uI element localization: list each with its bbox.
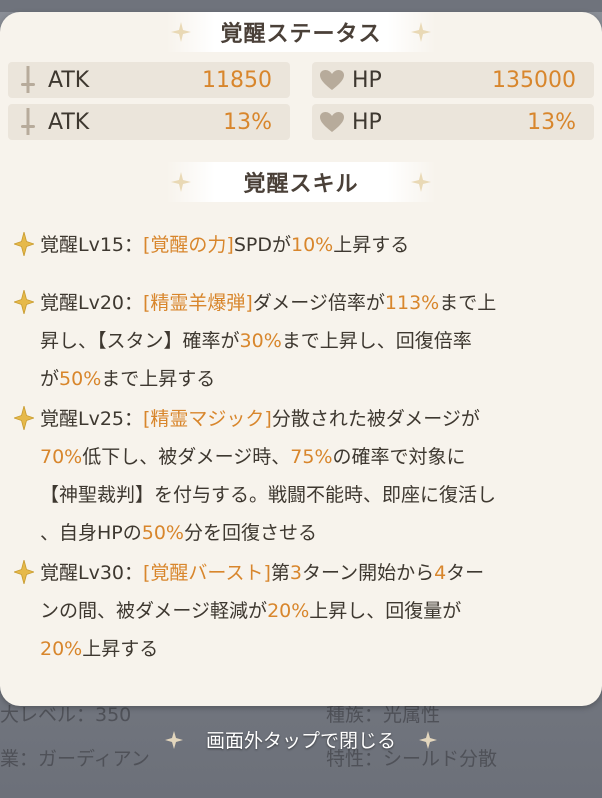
skill-segment: 第 (270, 562, 290, 584)
stat-value: 13% (527, 109, 576, 135)
sword-icon (8, 62, 48, 98)
skill-highlight: 4 (434, 562, 447, 584)
skill-text: 覚醒Lv15：[覚醒の力]SPDが10%上昇する (40, 226, 584, 264)
skill-line: 昇し、【スタン】確率が30%まで上昇し、回復倍率 (40, 322, 584, 360)
skill-segment: 昇し、【スタン】確率が (40, 330, 240, 352)
skill-segment: まで上昇する (101, 368, 216, 390)
skill-text: 覚醒Lv30：[覚醒バースト]第3ターン開始から4ター ンの間、被ダメージ軽減が2… (40, 554, 584, 668)
stat-name: ATK (48, 67, 90, 93)
skill-highlight: 10% (291, 234, 334, 256)
status-title: 覚醒ステータス (220, 22, 382, 47)
skill-segment: ター (446, 562, 485, 584)
skill-highlight: [覚醒の力] (143, 234, 234, 256)
sparkle-ornament-icon (411, 22, 431, 42)
stat-value: 135000 (492, 67, 576, 93)
skill-line: 20%上昇する (40, 630, 584, 668)
skill-segment: 上昇し、回復量が (309, 600, 462, 622)
gold-star-icon (14, 232, 34, 256)
background-ui (0, 0, 602, 12)
skill-entry: 覚醒Lv20：[精霊羊爆弾]ダメージ倍率が113%まで上 昇し、【スタン】確率が3… (14, 284, 584, 398)
heart-icon (312, 104, 352, 140)
skill-segment: 覚醒Lv30： (40, 562, 144, 584)
skill-highlight: 75% (290, 446, 333, 468)
skill-segment: ンの間、被ダメージ軽減が (40, 600, 268, 622)
skill-segment: 上昇する (82, 638, 159, 660)
skill-highlight: 50% (59, 368, 102, 390)
skill-line: 覚醒Lv30：[覚醒バースト]第3ターン開始から4ター (40, 554, 584, 592)
bg-class-text: 業：ガーディアン (0, 748, 150, 770)
skill-highlight: [精霊羊爆弾] (143, 292, 253, 314)
skill-banner: 覚醒スキル (166, 162, 436, 202)
sparkle-ornament-icon (165, 731, 183, 749)
stat-atk-percent: ATK 13% (8, 104, 290, 140)
skill-segment: が (40, 368, 60, 390)
skill-segment: 分を回復させる (183, 522, 317, 544)
sword-icon (8, 104, 48, 140)
skill-highlight: 30% (239, 330, 282, 352)
skill-highlight: [覚醒バースト] (143, 562, 271, 584)
gold-star-icon (14, 560, 34, 584)
skill-line: 、自身HPの50%分を回復させる (40, 514, 584, 552)
skill-segment: 覚醒Lv25： (40, 408, 144, 430)
stat-value: 13% (223, 109, 272, 135)
heart-icon (312, 62, 352, 98)
stat-hp-percent: HP 13% (312, 104, 594, 140)
skill-highlight: 3 (289, 562, 303, 584)
stat-atk-flat: ATK 11850 (8, 62, 290, 98)
sparkle-ornament-icon (419, 731, 437, 749)
gold-star-icon (14, 406, 34, 430)
close-hint[interactable]: 画面外タップで閉じる (160, 722, 442, 756)
skill-segment: SPDが (233, 234, 291, 256)
gold-star-icon (14, 290, 34, 314)
sparkle-ornament-icon (411, 172, 431, 192)
stat-value: 11850 (202, 67, 272, 93)
skill-segment: まで上昇し、回復倍率 (281, 330, 472, 352)
skill-entry: 覚醒Lv25：[精霊マジック]分散された被ダメージが 70%低下し、被ダメージ時、… (14, 400, 584, 552)
skill-segment: 上昇する (333, 234, 410, 256)
skill-segment: 覚醒Lv20： (40, 292, 144, 314)
skill-line: 覚醒Lv25：[精霊マジック]分散された被ダメージが (40, 400, 584, 438)
skill-segment: 分散された被ダメージが (271, 408, 480, 430)
status-banner: 覚醒ステータス (166, 12, 436, 52)
skill-segment: 覚醒Lv15： (40, 234, 144, 256)
skill-segment: ターン開始から (302, 562, 435, 584)
skill-text: 覚醒Lv20：[精霊羊爆弾]ダメージ倍率が113%まで上 昇し、【スタン】確率が3… (40, 284, 584, 398)
skill-line: 覚醒Lv15：[覚醒の力]SPDが10%上昇する (40, 226, 584, 264)
skill-title: 覚醒スキル (243, 172, 359, 197)
skill-highlight: 113% (384, 292, 440, 314)
awakening-panel: 覚醒ステータス ATK 11850 HP 135000 ATK 13% HP 1… (0, 12, 602, 706)
stat-name: ATK (48, 109, 90, 135)
sparkle-ornament-icon (171, 172, 191, 192)
skill-segment: まで上 (439, 292, 497, 314)
skill-line: 70%低下し、被ダメージ時、75%の確率で対象に (40, 438, 584, 476)
skill-segment: 、自身HPの (40, 522, 142, 544)
skill-highlight: [精霊マジック] (143, 408, 272, 430)
skill-line: 覚醒Lv20：[精霊羊爆弾]ダメージ倍率が113%まで上 (40, 284, 584, 322)
skill-segment: 【神聖裁判】を付与する。戦闘不能時、即座に復活し (40, 484, 497, 506)
skill-line: が50%まで上昇する (40, 360, 584, 398)
skill-highlight: 70% (40, 446, 83, 468)
stat-name: HP (352, 67, 382, 93)
skill-segment: の確率で対象に (332, 446, 466, 468)
stat-name: HP (352, 109, 382, 135)
skill-line: ンの間、被ダメージ軽減が20%上昇し、回復量が (40, 592, 584, 630)
stat-hp-flat: HP 135000 (312, 62, 594, 98)
close-hint-label: 画面外タップで閉じる (205, 729, 396, 752)
skill-highlight: 50% (141, 522, 184, 544)
skill-entry: 覚醒Lv15：[覚醒の力]SPDが10%上昇する (14, 226, 584, 264)
skill-segment: ダメージ倍率が (252, 292, 385, 314)
skill-highlight: 20% (40, 638, 83, 660)
skill-line: 【神聖裁判】を付与する。戦闘不能時、即座に復活し (40, 476, 584, 514)
skill-text: 覚醒Lv25：[精霊マジック]分散された被ダメージが 70%低下し、被ダメージ時、… (40, 400, 584, 552)
skill-highlight: 20% (267, 600, 310, 622)
skill-segment: 低下し、被ダメージ時、 (82, 446, 291, 468)
skill-entry: 覚醒Lv30：[覚醒バースト]第3ターン開始から4ター ンの間、被ダメージ軽減が2… (14, 554, 584, 668)
sparkle-ornament-icon (171, 22, 191, 42)
